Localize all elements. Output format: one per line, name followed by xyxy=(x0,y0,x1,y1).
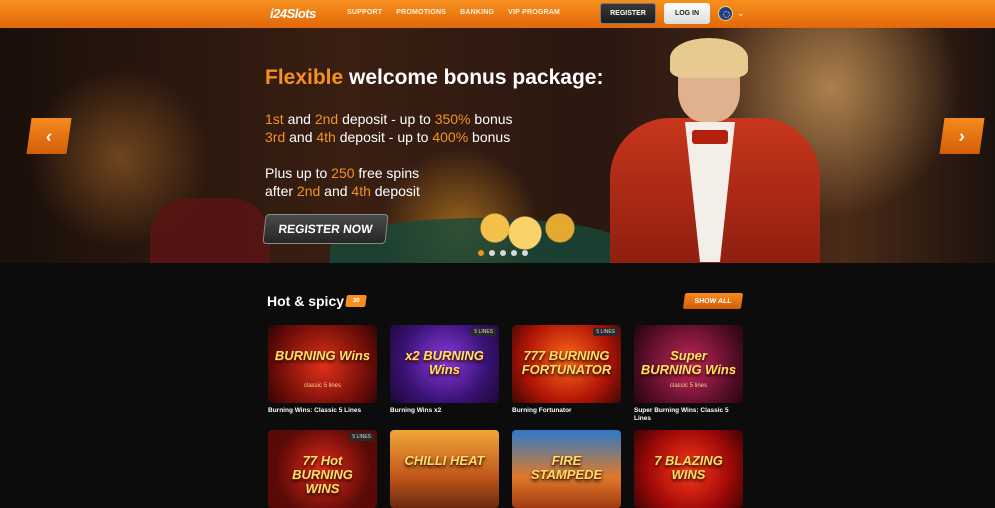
game-count-badge: 30 xyxy=(345,295,367,307)
carousel-dots xyxy=(478,250,528,256)
game-card-title: x2 BURNING Wins xyxy=(405,348,484,377)
carousel-dot[interactable] xyxy=(500,250,506,256)
chair-illustration xyxy=(150,198,270,263)
section-title: Hot & spicy xyxy=(267,293,345,309)
game-card-title: 77 Hot BURNING WINS xyxy=(292,453,353,496)
register-now-button[interactable]: REGISTER NOW xyxy=(262,214,389,244)
nav-promotions[interactable]: PROMOTIONS xyxy=(396,9,446,16)
eu-flag-icon[interactable] xyxy=(718,6,733,21)
game-card-subtitle: classic 5 lines xyxy=(303,383,341,389)
game-card[interactable]: FIRE STAMPEDE xyxy=(512,430,621,508)
carousel-dot[interactable] xyxy=(511,250,517,256)
game-card[interactable]: 5 LINES 77 Hot BURNING WINS xyxy=(268,430,377,508)
game-card-title: 7 BLAZING WINS xyxy=(654,453,723,482)
game-card-title: Super BURNING Wins xyxy=(640,348,737,377)
carousel-dot[interactable] xyxy=(489,250,495,256)
game-card[interactable]: 5 LINES 777 BURNING FORTUNATOR xyxy=(512,325,621,403)
site-logo[interactable]: i24Slots xyxy=(270,6,328,22)
game-card-title: 777 BURNING FORTUNATOR xyxy=(521,348,612,377)
carousel-dot[interactable] xyxy=(478,250,484,256)
game-caption[interactable]: Burning Fortunator xyxy=(512,407,622,415)
chevron-left-icon[interactable]: ‹ xyxy=(26,118,72,154)
offer-line-4: after 2nd and 4th deposit xyxy=(265,183,420,199)
main-nav: SUPPORT PROMOTIONS BANKING VIP PROGRAM xyxy=(347,9,560,16)
game-card[interactable]: BURNING Wins classic 5 lines xyxy=(268,325,377,403)
offer-line-1: 1st and 2nd deposit - up to 350% bonus xyxy=(265,111,513,127)
hero-banner: Flexible welcome bonus package: 1st and … xyxy=(0,28,995,263)
game-card-title: FIRE STAMPEDE xyxy=(530,453,603,482)
nav-vip-program[interactable]: VIP PROGRAM xyxy=(508,9,560,16)
lines-badge: 5 LINES xyxy=(471,328,496,336)
chevron-right-icon[interactable]: › xyxy=(939,118,985,154)
offer-line-2: 3rd and 4th deposit - up to 400% bonus xyxy=(265,129,511,145)
login-button[interactable]: LOG IN xyxy=(664,3,710,24)
dealer-illustration xyxy=(600,38,825,263)
carousel-dot[interactable] xyxy=(522,250,528,256)
game-card[interactable]: CHILLI HEAT xyxy=(390,430,499,508)
lines-badge: 5 LINES xyxy=(593,328,618,336)
chevron-down-icon[interactable]: ⌄ xyxy=(737,8,745,19)
lines-badge: 5 LINES xyxy=(349,433,374,441)
game-card[interactable]: 5 LINES x2 BURNING Wins xyxy=(390,325,499,403)
nav-banking[interactable]: BANKING xyxy=(460,9,494,16)
game-card-title: BURNING Wins xyxy=(274,348,371,363)
hero-offer-text: 1st and 2nd deposit - up to 350% bonus 3… xyxy=(265,110,513,200)
hero-title: Flexible welcome bonus package: xyxy=(265,66,604,89)
game-card-subtitle: classic 5 lines xyxy=(669,383,707,389)
show-all-button[interactable]: SHOW ALL xyxy=(682,293,744,309)
game-card[interactable]: Super BURNING Wins classic 5 lines xyxy=(634,325,743,403)
game-caption[interactable]: Burning Wins x2 xyxy=(390,407,500,415)
game-card[interactable]: 7 BLAZING WINS xyxy=(634,430,743,508)
game-card-title: CHILLI HEAT xyxy=(404,453,485,468)
offer-line-3: Plus up to 250 free spins xyxy=(265,165,420,181)
game-caption[interactable]: Super Burning Wins: Classic 5 Lines xyxy=(634,407,744,423)
top-bar: i24Slots SUPPORT PROMOTIONS BANKING VIP … xyxy=(0,0,995,28)
game-caption[interactable]: Burning Wins: Classic 5 Lines xyxy=(268,407,378,415)
nav-support[interactable]: SUPPORT xyxy=(347,9,382,16)
register-button[interactable]: REGISTER xyxy=(600,3,656,24)
